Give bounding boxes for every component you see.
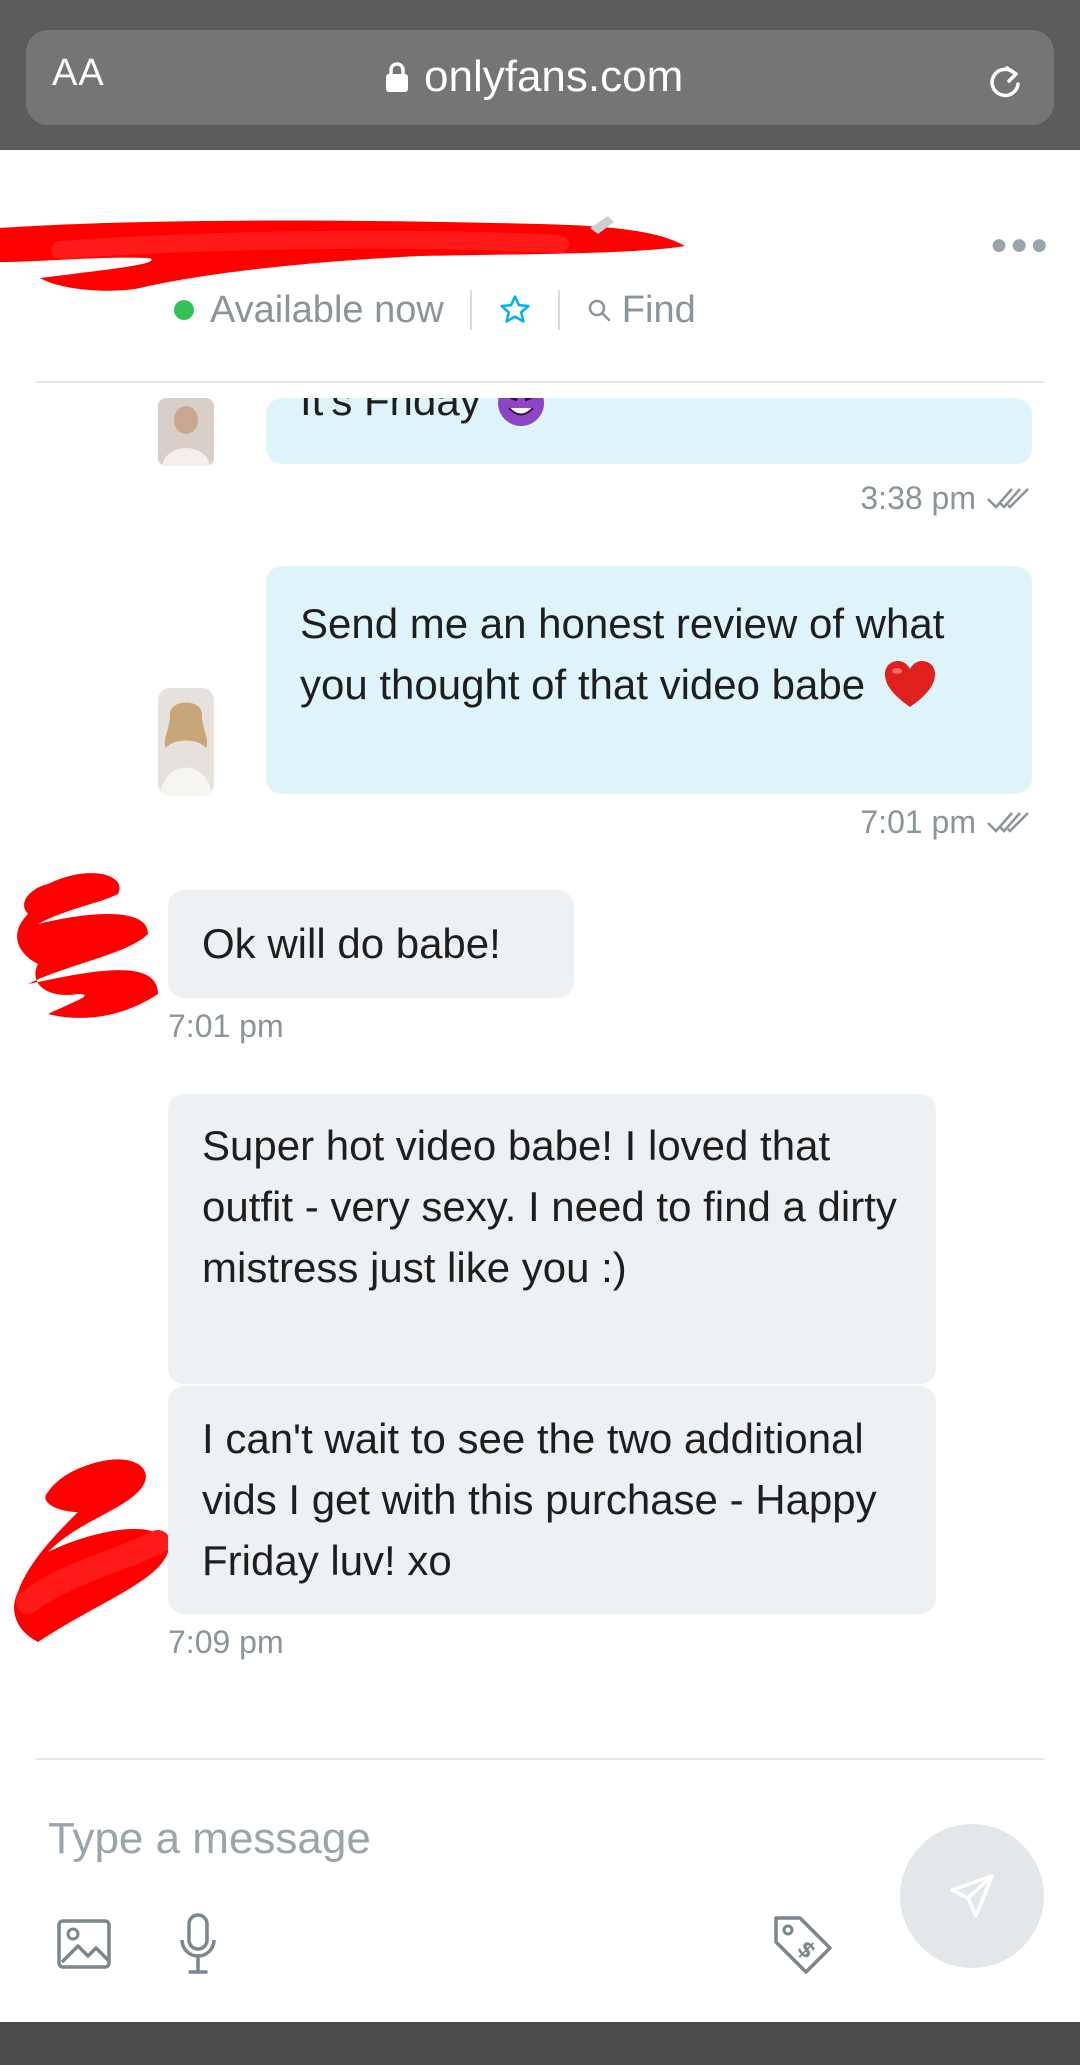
reload-icon[interactable] bbox=[985, 62, 1025, 102]
message-timestamp: 7:01 pm bbox=[168, 1008, 284, 1045]
star-icon[interactable] bbox=[498, 293, 532, 327]
image-icon[interactable] bbox=[56, 1918, 112, 1970]
chat-status-row: Available now Find bbox=[174, 288, 696, 332]
domain-text: onlyfans.com bbox=[424, 52, 684, 101]
redacted-avatar bbox=[14, 1459, 170, 1642]
availability-status: Available now bbox=[210, 288, 444, 331]
incoming-message[interactable]: I can't wait to see the two additional v… bbox=[168, 1386, 936, 1614]
outgoing-message[interactable]: Send me an honest review of what you tho… bbox=[266, 566, 1032, 794]
message-text: It's Friday bbox=[300, 398, 481, 424]
separator bbox=[469, 290, 472, 330]
find-label: Find bbox=[621, 288, 696, 331]
time-text: 7:09 pm bbox=[168, 1624, 284, 1660]
time-text: 7:01 pm bbox=[168, 1008, 284, 1044]
time-text: 3:38 pm bbox=[860, 480, 976, 516]
online-indicator bbox=[174, 300, 194, 320]
smiling-devil-emoji bbox=[497, 398, 544, 426]
message-text: Ok will do babe! bbox=[202, 920, 501, 967]
header-divider bbox=[36, 381, 1044, 383]
incoming-message[interactable]: Super hot video babe! I loved that outfi… bbox=[168, 1094, 936, 1384]
redacted-username bbox=[0, 216, 685, 291]
message-text: Super hot video babe! I loved that outfi… bbox=[202, 1122, 897, 1291]
search-icon bbox=[588, 299, 611, 322]
message-text: Send me an honest review of what you tho… bbox=[300, 600, 945, 708]
message-timestamp: 3:38 pm bbox=[860, 480, 1032, 517]
redacted-avatar bbox=[17, 873, 159, 1018]
incoming-message[interactable]: Ok will do babe! bbox=[168, 890, 574, 998]
composer-divider bbox=[36, 1758, 1044, 1760]
separator bbox=[557, 290, 560, 330]
creator-avatar[interactable] bbox=[158, 398, 214, 466]
time-text: 7:01 pm bbox=[860, 804, 976, 840]
more-options-icon[interactable]: ●●● bbox=[990, 228, 1050, 262]
url-display[interactable]: onlyfans.com bbox=[384, 52, 683, 102]
browser-toolbar: AA onlyfans.com bbox=[0, 0, 1080, 150]
send-icon bbox=[950, 1874, 994, 1918]
creator-avatar[interactable] bbox=[158, 688, 214, 796]
message-input[interactable]: Type a message bbox=[48, 1814, 371, 1864]
outgoing-message[interactable]: It's Friday bbox=[266, 398, 1032, 464]
send-button[interactable] bbox=[900, 1824, 1044, 1968]
red-heart-emoji bbox=[884, 661, 935, 707]
browser-bottom-bar bbox=[0, 2022, 1080, 2065]
read-receipt-icon bbox=[987, 487, 1029, 509]
message-timestamp: 7:01 pm bbox=[860, 804, 1032, 841]
read-receipt-icon bbox=[987, 811, 1029, 833]
microphone-icon[interactable] bbox=[178, 1912, 218, 1978]
text-size-button[interactable]: AA bbox=[52, 52, 105, 95]
message-text: I can't wait to see the two additional v… bbox=[202, 1415, 877, 1584]
price-tag-icon[interactable]: $ bbox=[770, 1912, 836, 1978]
find-button[interactable]: Find bbox=[586, 289, 696, 332]
lock-icon bbox=[386, 62, 408, 92]
message-timestamp: 7:09 pm bbox=[168, 1624, 284, 1661]
